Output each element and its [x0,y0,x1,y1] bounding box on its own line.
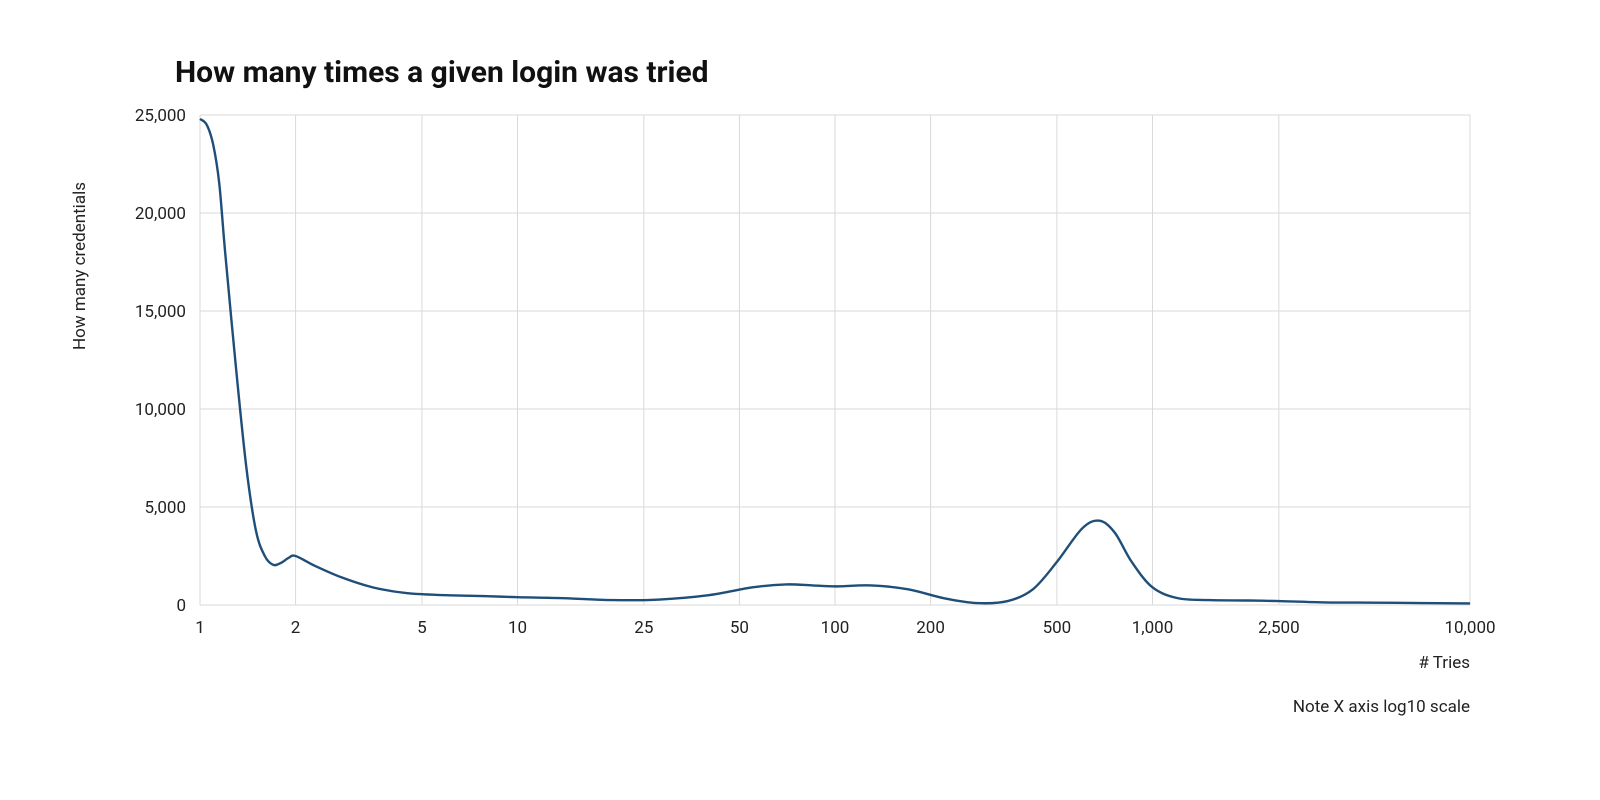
x-tick-label: 10,000 [1444,618,1495,638]
x-tick-label: 5 [417,618,427,638]
y-tick-label: 0 [176,596,186,616]
x-tick-label: 2,500 [1258,618,1300,638]
x-tick-label: 50 [730,618,749,638]
y-tick-label: 5,000 [144,498,186,518]
y-tick-label: 20,000 [135,204,186,224]
x-tick-label: 500 [1043,618,1072,638]
y-tick-label: 10,000 [135,400,186,420]
y-tick-label: 25,000 [135,106,186,126]
chart-plot: 1251025501002005001,0002,50010,00005,000… [0,0,1600,800]
y-tick-labels: 0 5,000 10,000 15,000 20,000 25,000 [135,106,186,616]
x-tick-label: 100 [821,618,850,638]
y-tick-label: 15,000 [135,302,186,322]
x-tick-labels: 1251025501002005001,0002,50010,000 [195,618,1495,638]
x-tick-label: 10 [508,618,527,638]
x-tick-label: 2 [291,618,301,638]
x-tick-label: 25 [634,618,653,638]
x-tick-label: 1 [195,618,205,638]
x-tick-label: 1,000 [1132,618,1174,638]
chart-container: How many times a given login was tried H… [0,0,1600,800]
grid [200,115,1470,605]
x-tick-label: 200 [916,618,945,638]
